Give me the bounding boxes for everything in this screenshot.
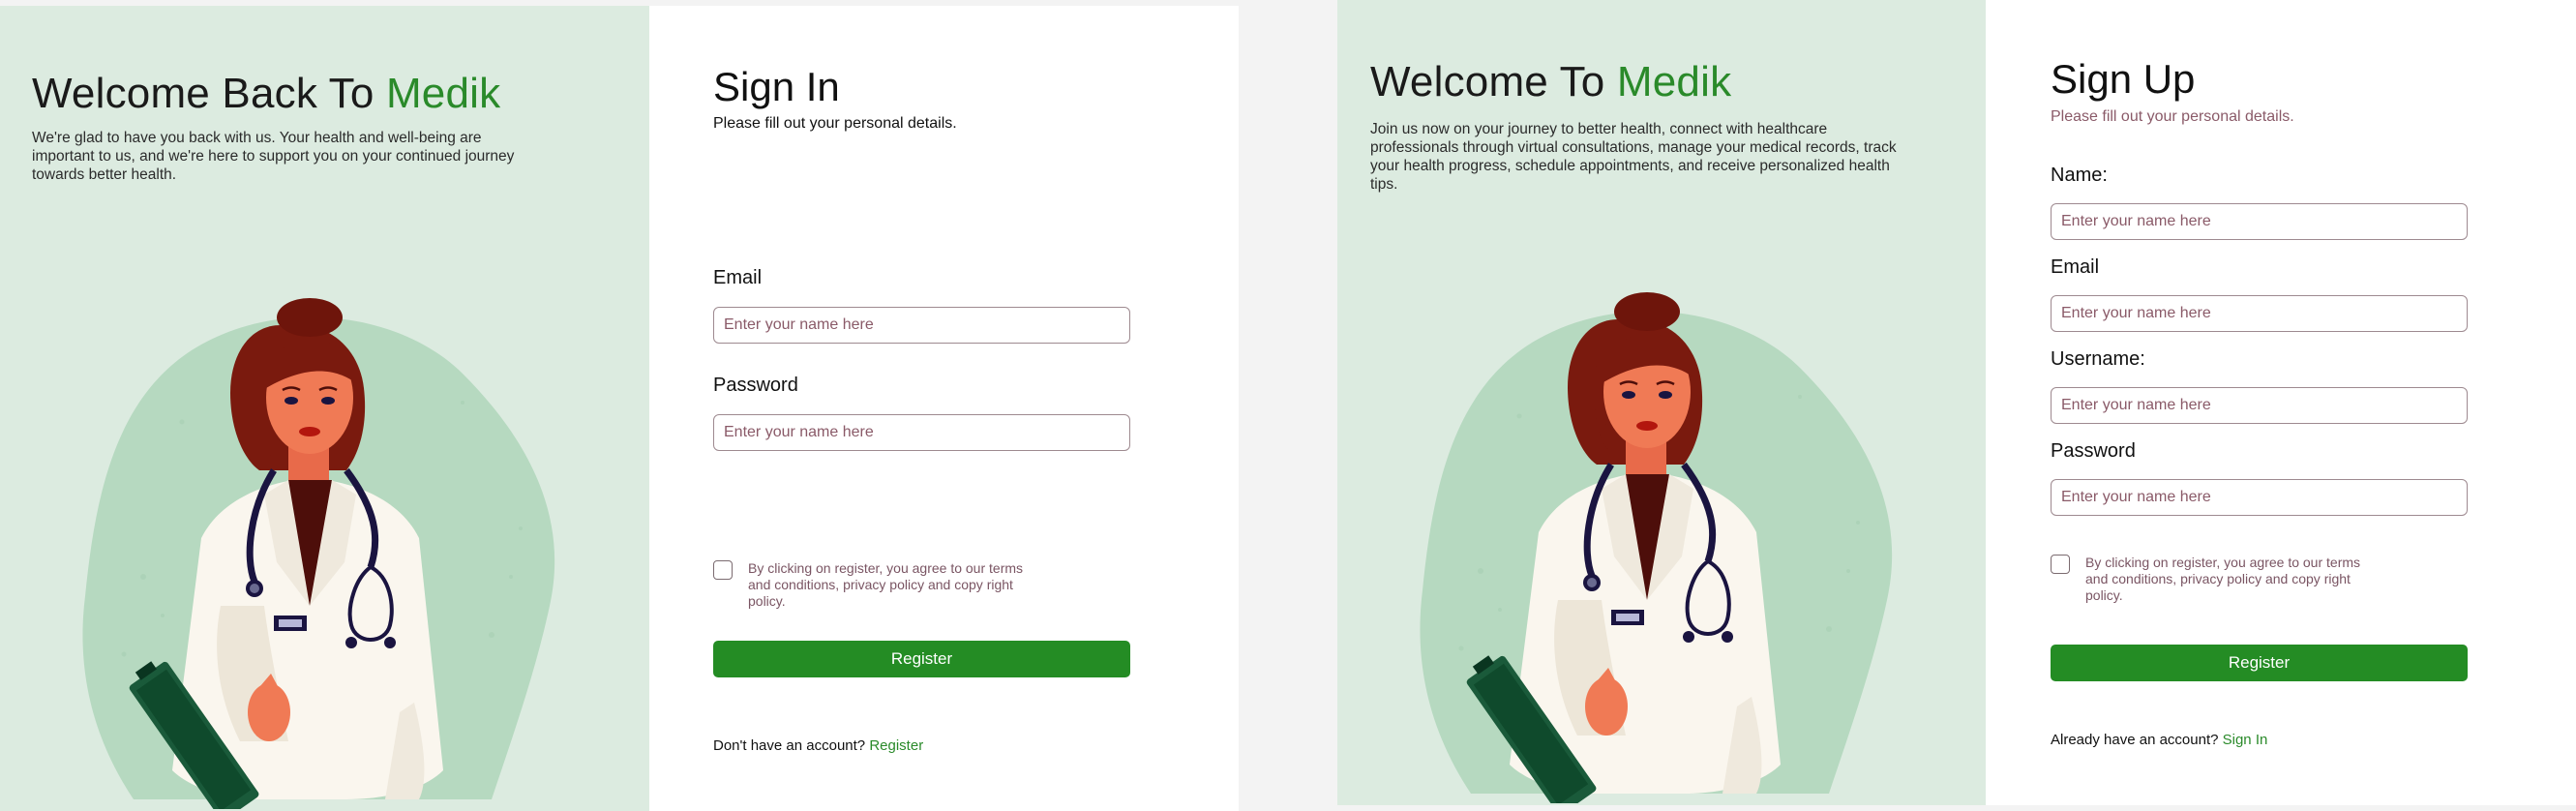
signup-brand-name: Medik xyxy=(1616,58,1732,105)
signup-hero-description: Join us now on your journey to better he… xyxy=(1370,121,1897,193)
signup-terms-text: By clicking on register, you agree to ou… xyxy=(2085,555,2361,603)
signup-terms-checkbox[interactable] xyxy=(2051,555,2070,574)
signup-email-input[interactable] xyxy=(2051,295,2468,332)
signin-hero-panel: Welcome Back To Medik We're glad to have… xyxy=(0,6,649,811)
signin-register-link[interactable]: Register xyxy=(869,737,923,754)
signup-username-label: Username: xyxy=(2051,348,2145,370)
signin-terms-checkbox[interactable] xyxy=(713,560,733,580)
signup-subtitle: Please fill out your personal details. xyxy=(2051,108,2294,125)
signin-terms-text: By clicking on register, you agree to ou… xyxy=(748,560,1024,609)
signin-brand-name: Medik xyxy=(385,70,501,117)
signup-signin-link[interactable]: Sign In xyxy=(2223,732,2268,748)
signup-password-input[interactable] xyxy=(2051,479,2468,516)
signin-register-button[interactable]: Register xyxy=(713,641,1130,677)
doctor-illustration xyxy=(1393,281,1935,803)
signup-footer-text: Already have an account? xyxy=(2051,732,2219,748)
signup-hero-title-prefix: Welcome To xyxy=(1370,58,1617,105)
signin-title: Sign In xyxy=(713,64,840,109)
signin-form-panel: Sign In Please fill out your personal de… xyxy=(649,6,1239,811)
signin-hero-description: We're glad to have you back with us. You… xyxy=(32,130,515,183)
signup-email-label: Email xyxy=(2051,256,2100,278)
signin-footer: Don't have an account? Register xyxy=(713,737,923,754)
signup-title: Sign Up xyxy=(2051,56,2196,102)
signin-password-input[interactable] xyxy=(713,414,1130,451)
signup-register-button[interactable]: Register xyxy=(2051,645,2468,681)
signin-subtitle: Please fill out your personal details. xyxy=(713,115,957,132)
signin-email-input[interactable] xyxy=(713,307,1130,344)
signin-hero-title: Welcome Back To Medik xyxy=(32,70,500,118)
signin-hero-title-prefix: Welcome Back To xyxy=(32,70,386,117)
signup-hero-panel: Welcome To Medik Join us now on your jou… xyxy=(1337,0,1986,805)
signup-password-label: Password xyxy=(2051,440,2136,462)
signin-footer-text: Don't have an account? xyxy=(713,737,866,754)
signin-password-label: Password xyxy=(713,375,798,396)
doctor-illustration xyxy=(56,286,598,809)
signup-form-panel: Sign Up Please fill out your personal de… xyxy=(1986,0,2576,805)
signup-hero-title: Welcome To Medik xyxy=(1370,58,1731,106)
signin-email-label: Email xyxy=(713,267,763,288)
signup-username-input[interactable] xyxy=(2051,387,2468,424)
signup-name-label: Name: xyxy=(2051,165,2108,186)
signup-name-input[interactable] xyxy=(2051,203,2468,240)
signup-footer: Already have an account? Sign In xyxy=(2051,732,2267,748)
